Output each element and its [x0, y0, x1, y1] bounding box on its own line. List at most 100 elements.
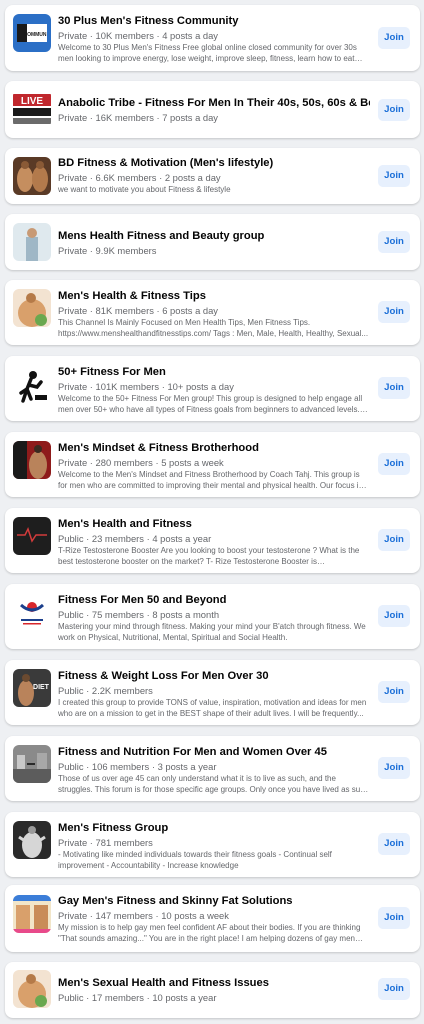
group-thumbnail[interactable] — [13, 441, 51, 479]
svg-text:DIET: DIET — [33, 684, 50, 691]
member-count: 17 members — [91, 992, 144, 1003]
join-button[interactable]: Join — [378, 529, 410, 551]
join-button[interactable]: Join — [378, 978, 410, 1000]
group-card[interactable]: COMMUN 30 Plus Men's Fitness Community P… — [5, 5, 420, 71]
join-button[interactable]: Join — [378, 833, 410, 855]
group-name[interactable]: Anabolic Tribe - Fitness For Men In Thei… — [58, 96, 370, 110]
group-photo-icon — [13, 517, 51, 555]
post-frequency: 10 posts a year — [152, 992, 217, 1003]
member-count: 101K members — [95, 381, 160, 392]
group-name[interactable]: 30 Plus Men's Fitness Community — [58, 14, 370, 28]
group-thumbnail[interactable] — [13, 517, 51, 555]
group-card[interactable]: Men's Sexual Health and Fitness Issues P… — [5, 962, 420, 1018]
group-thumbnail[interactable] — [13, 223, 51, 261]
join-button[interactable]: Join — [378, 907, 410, 929]
group-photo-icon — [13, 441, 51, 479]
group-thumbnail[interactable] — [13, 367, 51, 405]
group-card[interactable]: DIET Fitness & Weight Loss For Men Over … — [5, 660, 420, 725]
member-count: 75 members — [91, 609, 144, 620]
group-description: - Motivating like minded individuals tow… — [58, 850, 332, 870]
group-card[interactable]: Men's Health and Fitness Public · 23 mem… — [5, 508, 420, 573]
group-description: T-Rize Testosterone Booster Are you look… — [58, 546, 360, 566]
group-thumbnail[interactable] — [13, 821, 51, 859]
group-card[interactable]: Gay Men's Fitness and Skinny Fat Solutio… — [5, 885, 420, 952]
group-card[interactable]: Men's Health & Fitness Tips Private · 81… — [5, 280, 420, 345]
group-thumbnail[interactable] — [13, 745, 51, 783]
group-description: Those of us over age 45 can only underst… — [58, 774, 369, 794]
join-button[interactable]: Join — [378, 757, 410, 779]
privacy-label: Public — [58, 685, 84, 696]
group-card[interactable]: Mens Health Fitness and Beauty group Pri… — [5, 214, 420, 270]
join-button[interactable]: Join — [378, 27, 410, 49]
group-name[interactable]: Men's Mindset & Fitness Brotherhood — [58, 441, 370, 455]
group-photo-icon — [13, 895, 51, 933]
group-name[interactable]: 50+ Fitness For Men — [58, 365, 370, 379]
privacy-label: Private — [58, 112, 88, 123]
group-name[interactable]: Fitness For Men 50 and Beyond — [58, 593, 370, 607]
join-button[interactable]: Join — [378, 231, 410, 253]
group-photo-icon: DIET — [13, 669, 51, 707]
group-card[interactable]: Men's Mindset & Fitness Brotherhood Priv… — [5, 432, 420, 497]
post-frequency: 4 posts a day — [162, 30, 218, 41]
privacy-label: Public — [58, 761, 84, 772]
group-meta: Private · 6.6K members · 2 posts a day — [58, 172, 221, 183]
group-card[interactable]: BD Fitness & Motivation (Men's lifestyle… — [5, 148, 420, 204]
group-name[interactable]: Men's Fitness Group — [58, 821, 370, 835]
group-meta: Private · 147 members · 10 posts a week — [58, 910, 229, 921]
group-card[interactable]: LIVE Anabolic Tribe - Fitness For Men In… — [5, 81, 420, 138]
group-thumbnail[interactable]: COMMUN — [13, 14, 51, 52]
group-thumbnail[interactable]: LIVE — [13, 90, 51, 128]
join-button[interactable]: Join — [378, 301, 410, 323]
group-name[interactable]: Fitness and Nutrition For Men and Women … — [58, 745, 370, 759]
group-description: Mastering your mind through fitness. Mak… — [58, 622, 366, 642]
group-thumbnail[interactable] — [13, 593, 51, 631]
svg-text:LIVE: LIVE — [21, 96, 44, 107]
group-thumbnail[interactable] — [13, 157, 51, 195]
join-button[interactable]: Join — [378, 681, 410, 703]
group-card[interactable]: 50+ Fitness For Men Private · 101K membe… — [5, 356, 420, 421]
post-frequency: 5 posts a week — [161, 457, 224, 468]
post-frequency: 10 posts a week — [161, 910, 229, 921]
group-name[interactable]: Fitness & Weight Loss For Men Over 30 — [58, 669, 370, 683]
group-meta: Private · 781 members — [58, 837, 153, 848]
join-button[interactable]: Join — [378, 99, 410, 121]
group-thumbnail[interactable] — [13, 895, 51, 933]
member-count: 280 members — [95, 457, 153, 468]
group-card[interactable]: Men's Fitness Group Private · 781 member… — [5, 812, 420, 877]
group-meta: Private · 280 members · 5 posts a week — [58, 457, 224, 468]
privacy-label: Private — [58, 305, 88, 316]
group-name[interactable]: Mens Health Fitness and Beauty group — [58, 229, 370, 243]
member-count: 6.6K members — [95, 172, 157, 183]
group-meta: Public · 106 members · 3 posts a year — [58, 761, 217, 772]
join-button[interactable]: Join — [378, 165, 410, 187]
join-button[interactable]: Join — [378, 453, 410, 475]
member-count: 81K members — [95, 305, 154, 316]
group-photo-icon — [13, 821, 51, 859]
group-meta: Public · 2.2K members — [58, 685, 153, 696]
group-meta: Private · 9.9K members — [58, 245, 157, 256]
group-name[interactable]: Men's Health & Fitness Tips — [58, 289, 370, 303]
group-card[interactable]: Fitness For Men 50 and Beyond Public · 7… — [5, 584, 420, 649]
group-name[interactable]: Men's Sexual Health and Fitness Issues — [58, 976, 370, 990]
member-count: 147 members — [95, 910, 153, 921]
join-button[interactable]: Join — [378, 605, 410, 627]
group-meta: Private · 10K members · 4 posts a day — [58, 30, 218, 41]
group-name[interactable]: Gay Men's Fitness and Skinny Fat Solutio… — [58, 894, 370, 908]
member-count: 781 members — [95, 837, 153, 848]
join-button[interactable]: Join — [378, 377, 410, 399]
group-name[interactable]: BD Fitness & Motivation (Men's lifestyle… — [58, 156, 370, 170]
group-photo-icon — [13, 970, 51, 1008]
post-frequency: 7 posts a day — [162, 112, 218, 123]
group-thumbnail[interactable] — [13, 289, 51, 327]
post-frequency: 6 posts a day — [162, 305, 218, 316]
group-thumbnail[interactable]: DIET — [13, 669, 51, 707]
privacy-label: Private — [58, 910, 88, 921]
group-photo-icon: COMMUN — [13, 14, 51, 52]
group-description: Welcome to 30 Plus Men's Fitness Free gl… — [58, 43, 357, 63]
group-thumbnail[interactable] — [13, 970, 51, 1008]
group-description: Welcome to the 50+ Fitness For Men group… — [58, 394, 363, 414]
member-count: 106 members — [91, 761, 150, 772]
group-name[interactable]: Men's Health and Fitness — [58, 517, 370, 531]
group-photo-icon — [13, 289, 51, 327]
group-card[interactable]: Fitness and Nutrition For Men and Women … — [5, 736, 420, 801]
